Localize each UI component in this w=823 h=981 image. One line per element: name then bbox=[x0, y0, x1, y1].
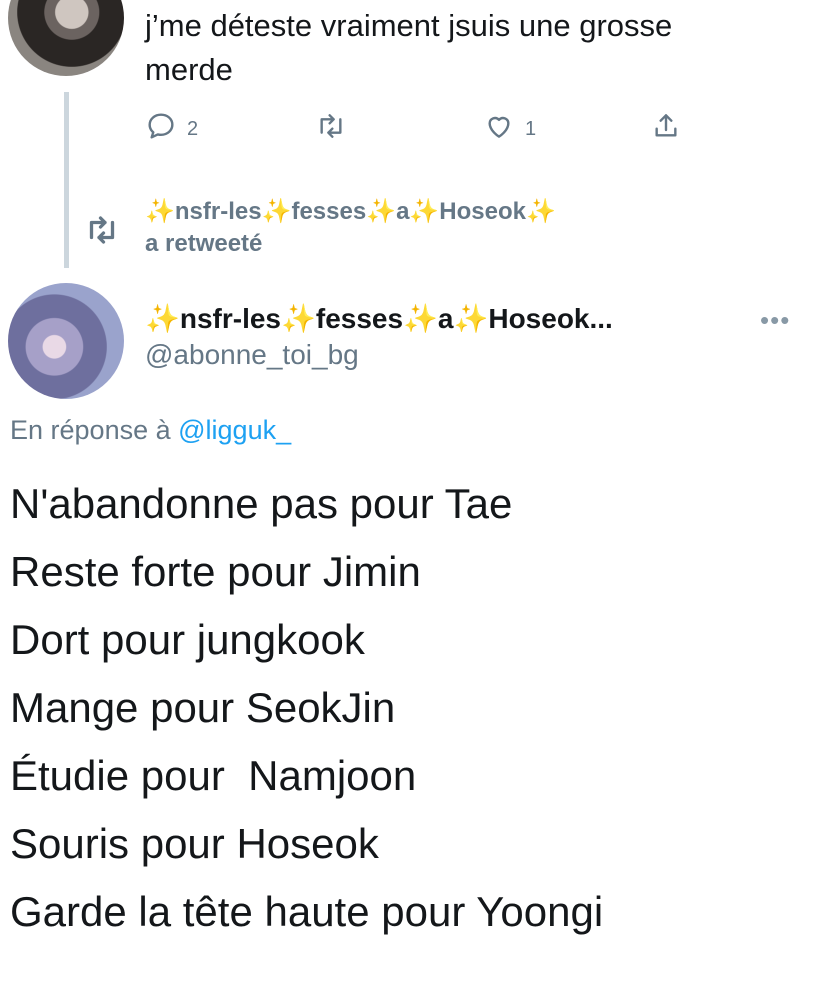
thread-line bbox=[64, 92, 69, 268]
reply-handle-link[interactable]: @ligguk_ bbox=[178, 415, 291, 445]
reply-button[interactable]: 2 bbox=[145, 110, 198, 148]
reply-icon bbox=[145, 110, 177, 148]
tweet-line: Étudie pour Namjoon bbox=[10, 752, 417, 799]
reply-count: 2 bbox=[187, 117, 199, 140]
like-count: 1 bbox=[525, 117, 537, 140]
heart-icon bbox=[483, 110, 515, 148]
tweet-body: N'abandonne pas pour Tae Reste forte pou… bbox=[10, 470, 603, 946]
top-tweet-line-2: merde bbox=[145, 52, 233, 87]
top-tweet-text: j’me déteste vraiment jsuis une grosse m… bbox=[145, 4, 805, 92]
tweet-line: Souris pour Hoseok bbox=[10, 820, 379, 867]
author-handle[interactable]: @abonne_toi_bg bbox=[145, 339, 359, 371]
author-name[interactable]: ✨nsfr-les✨fesses✨a✨Hoseok... bbox=[145, 300, 613, 338]
retweeted-by[interactable]: ✨nsfr-les✨fesses✨a✨Hoseok✨ a retweeté bbox=[145, 196, 765, 260]
top-tweet-line-1: j’me déteste vraiment jsuis une grosse bbox=[145, 8, 673, 43]
like-button[interactable]: 1 bbox=[483, 110, 536, 148]
tweet-line: N'abandonne pas pour Tae bbox=[10, 480, 513, 527]
share-button[interactable] bbox=[650, 110, 682, 148]
tweet-line: Reste forte pour Jimin bbox=[10, 548, 421, 595]
tweet-line: Mange pour SeokJin bbox=[10, 684, 396, 731]
reply-prefix: En réponse à bbox=[10, 415, 179, 445]
tweet-line: Dort pour jungkook bbox=[10, 616, 365, 663]
top-tweet-actions: 2 1 bbox=[145, 110, 705, 150]
retweeted-by-label: a retweeté bbox=[145, 230, 263, 257]
retweet-button[interactable] bbox=[315, 110, 347, 148]
retweet-icon bbox=[315, 110, 347, 148]
reply-context: En réponse à @ligguk_ bbox=[10, 415, 291, 446]
more-icon[interactable]: ••• bbox=[760, 305, 790, 336]
retweet-indicator-icon bbox=[84, 212, 120, 253]
share-icon bbox=[650, 110, 682, 148]
avatar-main-user[interactable] bbox=[8, 283, 124, 399]
retweeted-by-name: ✨nsfr-les✨fesses✨a✨Hoseok✨ bbox=[145, 198, 556, 225]
avatar-top-user[interactable] bbox=[8, 0, 124, 76]
tweet-line: Garde la tête haute pour Yoongi bbox=[10, 888, 604, 935]
